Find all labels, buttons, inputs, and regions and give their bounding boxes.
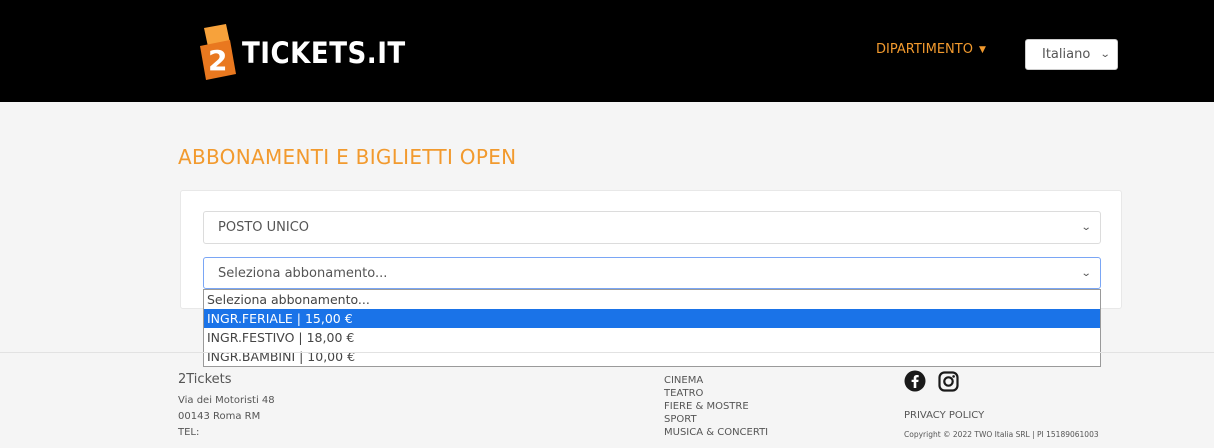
seat-type-select[interactable]: POSTO UNICO ⌄ [203,211,1101,244]
logo-text: TICKETS.IT [242,36,406,70]
footer-contact: 2Tickets Via dei Motoristi 48 00143 Roma… [178,372,275,441]
dropdown-option[interactable]: Seleziona abbonamento... [204,290,1100,309]
footer-tel-label: TEL: [178,427,200,438]
footer-social-legal: PRIVACY POLICY Copyright © 2022 TWO Ital… [904,370,1099,439]
privacy-policy-link[interactable]: PRIVACY POLICY [904,410,1099,421]
footer-link-fiere-mostre[interactable]: FIERE & MOSTRE [664,400,768,413]
language-select[interactable]: Italiano ⌄ [1025,39,1118,70]
page-title: ABBONAMENTI E BIGLIETTI OPEN [178,145,517,169]
social-links [904,370,1099,396]
subscription-dropdown-list: Seleziona abbonamento... INGR.FERIALE | … [203,289,1101,367]
site-logo[interactable]: 2 TICKETS.IT [196,18,406,86]
top-navbar: 2 TICKETS.IT DIPARTIMENTO ▼ Italiano ⌄ [0,0,1214,102]
subscription-select-value: Seleziona abbonamento... [218,265,388,281]
footer-link-musica-concerti[interactable]: MUSICA & CONCERTI [664,426,768,439]
copyright-text: Copyright © 2022 TWO Italia SRL | PI 151… [904,430,1099,439]
footer-company-name: 2Tickets [178,372,232,387]
footer-link-sport[interactable]: SPORT [664,413,768,426]
instagram-icon[interactable] [938,370,959,396]
dropdown-option-highlighted[interactable]: INGR.FERIALE | 15,00 € [204,309,1100,328]
logo-ticket-icon: 2 [196,22,240,82]
svg-text:2: 2 [208,44,227,77]
seat-type-value: POSTO UNICO [218,220,310,235]
chevron-down-icon: ⌄ [1080,222,1092,233]
subscription-select[interactable]: Seleziona abbonamento... ⌄ [203,257,1101,289]
caret-down-icon: ▼ [978,45,986,55]
footer-category-links: CINEMA TEATRO FIERE & MOSTRE SPORT MUSIC… [664,374,768,439]
chevron-down-icon: ⌄ [1080,267,1092,279]
language-select-value: Italiano [1042,47,1091,62]
dropdown-option[interactable]: INGR.FESTIVO | 18,00 € [204,328,1100,347]
chevron-down-icon: ⌄ [1099,49,1111,60]
footer-address-line: 00143 Roma RM [178,411,261,422]
department-menu[interactable]: DIPARTIMENTO ▼ [876,42,986,57]
footer-link-cinema[interactable]: CINEMA [664,374,768,387]
facebook-icon[interactable] [904,370,926,396]
department-menu-label: DIPARTIMENTO [876,42,973,57]
dropdown-option[interactable]: INGR.BAMBINI | 10,00 € [204,347,1100,366]
footer-address-line: Via dei Motoristi 48 [178,395,275,406]
footer-divider [0,352,1214,353]
footer-link-teatro[interactable]: TEATRO [664,387,768,400]
